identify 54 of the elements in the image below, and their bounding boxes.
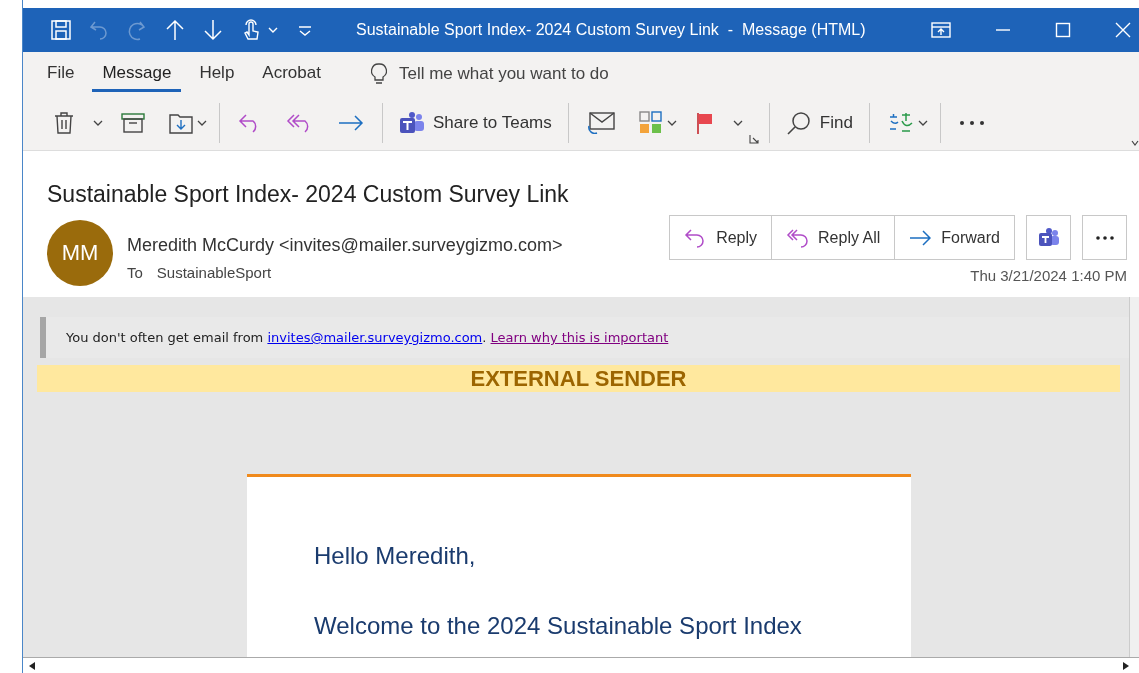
- tiles-icon[interactable]: [638, 111, 663, 135]
- sender-avatar: MM: [47, 220, 113, 286]
- search-icon: [785, 110, 812, 136]
- maximize-icon[interactable]: [1055, 22, 1071, 38]
- caret-icon[interactable]: [666, 120, 677, 126]
- expand-ribbon-chevron-icon[interactable]: [1131, 140, 1139, 146]
- more-options-icon: [1095, 235, 1114, 240]
- window-title: Sustainable Sport Index- 2024 Custom Survey Link - Message (HTML): [356, 21, 866, 39]
- dialog-launcher-icon[interactable]: [748, 134, 759, 144]
- menu-tab[interactable]: Acrobat: [252, 56, 331, 92]
- sender-notice: You don't often get email from invites@mailer.surveygizmo.com. Learn why this is important: [66, 330, 669, 345]
- scroll-left-arrow-icon[interactable]: [29, 661, 35, 670]
- close-icon[interactable]: [1115, 22, 1131, 38]
- more-options-icon[interactable]: [958, 120, 985, 126]
- banner-text: EXTERNAL SENDER: [470, 365, 687, 392]
- save-icon[interactable]: [50, 19, 72, 41]
- envelope-icon[interactable]: [586, 112, 615, 134]
- reply-arrow-icon: [684, 227, 707, 248]
- trash-icon[interactable]: [53, 111, 75, 135]
- email-subject: Sustainable Sport Index- 2024 Custom Survey Link: [47, 181, 570, 208]
- vertical-scrollbar[interactable]: [1129, 297, 1139, 657]
- share-to-teams-button[interactable]: Share to Teams: [389, 107, 562, 139]
- scroll-right-arrow-icon[interactable]: [1123, 661, 1129, 670]
- caret-icon[interactable]: [93, 120, 103, 126]
- recipient-name: SustainableSport: [156, 264, 272, 281]
- teams-button[interactable]: [1026, 215, 1071, 260]
- menu-tab[interactable]: Message: [92, 56, 182, 92]
- email-paragraph: Welcome to the 2024 Sustainable Sport Index: [314, 612, 803, 640]
- flag-icon[interactable]: [694, 111, 715, 135]
- caret-icon[interactable]: [197, 120, 207, 126]
- horizontal-scrollbar[interactable]: [23, 657, 1139, 673]
- greeting: Hello Meredith,: [314, 542, 477, 570]
- teams-logo-icon: [1037, 226, 1060, 249]
- down-arrow-icon[interactable]: [202, 19, 224, 41]
- up-arrow-icon[interactable]: [164, 19, 186, 41]
- reply-all-arrow-icon: [786, 227, 809, 248]
- to-label: To: [127, 264, 143, 281]
- caret-icon[interactable]: [732, 120, 743, 126]
- menu-tab[interactable]: Help: [189, 56, 245, 92]
- sender-name: Meredith McCurdy <invites@mailer.surveygizmo.com>: [127, 235, 563, 256]
- find-button[interactable]: Find: [775, 106, 863, 140]
- email-link[interactable]: invites@mailer.surveygizmo.com: [267, 330, 483, 345]
- move-to-folder-icon[interactable]: [169, 112, 193, 134]
- received-date: Thu 3/21/2024 1:40 PM: [970, 267, 1127, 284]
- menu-tab[interactable]: File: [37, 56, 85, 92]
- learn-why-link[interactable]: Learn why this is important: [490, 330, 669, 345]
- forward-icon[interactable]: [338, 115, 364, 131]
- teams-logo-icon: [399, 111, 425, 135]
- forward-arrow-icon: [909, 227, 932, 248]
- tell-me-search-field[interactable]: Tell me what you want to do: [396, 63, 661, 85]
- lightbulb-icon: [370, 63, 387, 85]
- archive-icon[interactable]: [121, 113, 145, 133]
- caret-icon[interactable]: [917, 120, 928, 126]
- ribbon-display-icon[interactable]: [931, 22, 951, 38]
